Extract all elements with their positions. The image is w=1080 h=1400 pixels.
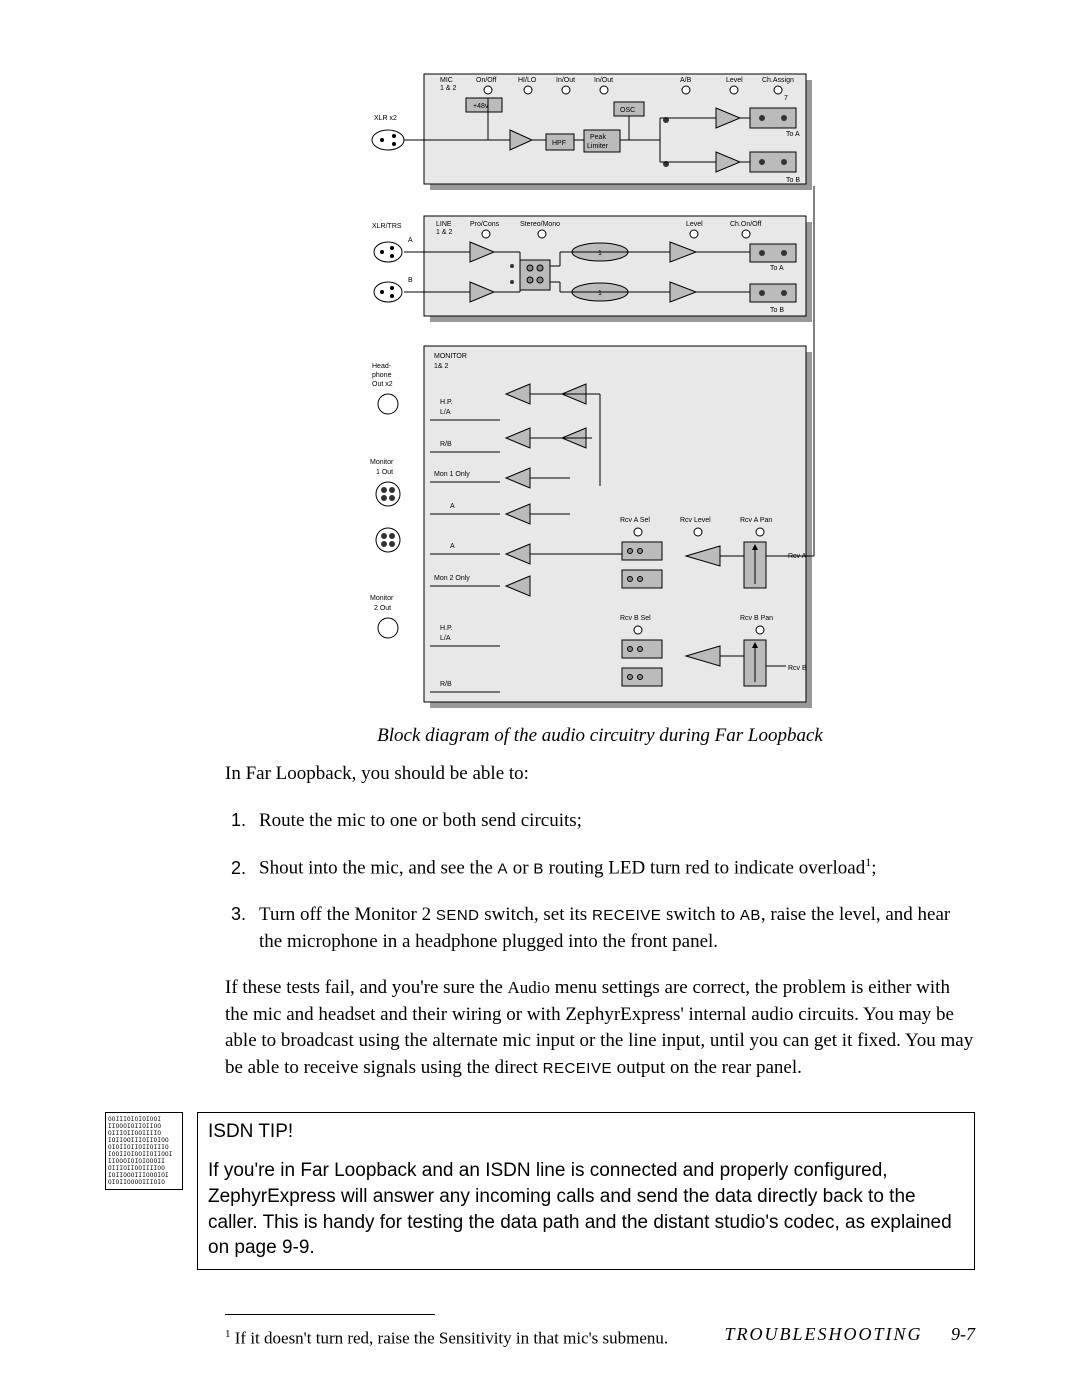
block-diagram-svg: MIC 1 & 2 On/Off HI/LO In/Out In/Out A/B… (370, 70, 830, 710)
svg-text:To A: To A (770, 265, 784, 272)
svg-text:R/B: R/B (440, 681, 452, 688)
svg-text:Rcv A Pan: Rcv A Pan (740, 517, 772, 524)
svg-text:Mon 2 Only: Mon 2 Only (434, 575, 470, 582)
step-3: Turn off the Monitor 2 SEND switch, set … (251, 902, 975, 955)
svg-text:XLR x2: XLR x2 (374, 115, 397, 122)
svg-text:Rcv Level: Rcv Level (680, 517, 711, 524)
binary-icon: OOIIIOIOIOIOOI IIOOOIOIIOIIOO OIIIOIIOOI… (105, 1112, 183, 1190)
svg-text:HI/LO: HI/LO (518, 77, 537, 84)
svg-text:On/Off: On/Off (476, 77, 497, 84)
svg-text:Stereo/Mono: Stereo/Mono (520, 221, 560, 228)
svg-text:A: A (408, 237, 413, 244)
svg-text:Limiter: Limiter (587, 143, 609, 150)
svg-text:Monitor: Monitor (370, 595, 394, 602)
svg-text:7: 7 (784, 95, 788, 102)
steps-list: Route the mic to one or both send circui… (225, 808, 975, 956)
diagram-container: MIC 1 & 2 On/Off HI/LO In/Out In/Out A/B… (225, 70, 975, 715)
svg-text:Rcv A Sel: Rcv A Sel (620, 517, 650, 524)
svg-text:Monitor: Monitor (370, 459, 394, 466)
svg-text:Out x2: Out x2 (372, 381, 393, 388)
svg-text:L/A: L/A (440, 635, 451, 642)
svg-text:+48v: +48v (473, 103, 489, 110)
svg-text:1: 1 (598, 250, 602, 257)
svg-text:Level: Level (726, 77, 743, 84)
tip-box: ISDN TIP! If you're in Far Loopback and … (197, 1112, 975, 1270)
svg-text:In/Out: In/Out (594, 77, 613, 84)
svg-text:Level: Level (686, 221, 703, 228)
footer-section: TROUBLESHOOTING (724, 1324, 922, 1344)
svg-text:Ch.On/Off: Ch.On/Off (730, 221, 761, 228)
svg-text:Rcv B: Rcv B (788, 665, 807, 672)
svg-text:1 Out: 1 Out (376, 469, 393, 476)
svg-text:MIC: MIC (440, 77, 453, 84)
page-footer: TROUBLESHOOTING 9-7 (724, 1324, 975, 1345)
svg-text:Peak: Peak (590, 134, 606, 141)
svg-text:A/B: A/B (680, 77, 692, 84)
step-1: Route the mic to one or both send circui… (251, 808, 975, 835)
svg-text:Mon 1 Only: Mon 1 Only (434, 471, 470, 478)
svg-text:H.P.: H.P. (440, 625, 453, 632)
footer-page-number: 9-7 (951, 1324, 975, 1344)
svg-text:1& 2: 1& 2 (434, 363, 449, 370)
svg-text:H.P.: H.P. (440, 399, 453, 406)
tip-body: If you're in Far Loopback and an ISDN li… (208, 1158, 964, 1261)
diagram-caption: Block diagram of the audio circuitry dur… (225, 725, 975, 747)
svg-text:phone: phone (372, 372, 392, 379)
svg-text:1 & 2: 1 & 2 (440, 85, 456, 92)
svg-text:MONITOR: MONITOR (434, 353, 467, 360)
svg-text:To B: To B (770, 307, 784, 314)
svg-text:LINE: LINE (436, 221, 452, 228)
tip-title: ISDN TIP! (208, 1119, 964, 1145)
svg-text:L/A: L/A (440, 409, 451, 416)
svg-text:HPF: HPF (552, 140, 566, 147)
footnote-rule (225, 1314, 435, 1315)
svg-text:2 Out: 2 Out (374, 605, 391, 612)
intro-paragraph: In Far Loopback, you should be able to: (225, 761, 975, 788)
svg-text:1 & 2: 1 & 2 (436, 229, 452, 236)
body-paragraph: If these tests fail, and you're sure the… (225, 975, 975, 1081)
svg-text:Head-: Head- (372, 363, 392, 370)
svg-text:Ch.Assign: Ch.Assign (762, 77, 794, 84)
svg-text:In/Out: In/Out (556, 77, 575, 84)
svg-text:A: A (450, 503, 455, 510)
svg-text:To B: To B (786, 177, 800, 184)
svg-text:OSC: OSC (620, 107, 635, 114)
svg-text:R/B: R/B (440, 441, 452, 448)
svg-text:B: B (408, 277, 413, 284)
tip-row: OOIIIOIOIOIOOI IIOOOIOIIOIIOO OIIIOIIOOI… (105, 1112, 975, 1270)
svg-text:1: 1 (598, 290, 602, 297)
svg-text:Pro/Cons: Pro/Cons (470, 221, 500, 228)
svg-text:A: A (450, 543, 455, 550)
svg-text:To A: To A (786, 131, 800, 138)
step-2: Shout into the mic, and see the A or B r… (251, 854, 975, 882)
svg-text:Rcv B Sel: Rcv B Sel (620, 615, 651, 622)
svg-text:XLR/TRS: XLR/TRS (372, 223, 402, 230)
svg-text:Rcv B Pan: Rcv B Pan (740, 615, 773, 622)
